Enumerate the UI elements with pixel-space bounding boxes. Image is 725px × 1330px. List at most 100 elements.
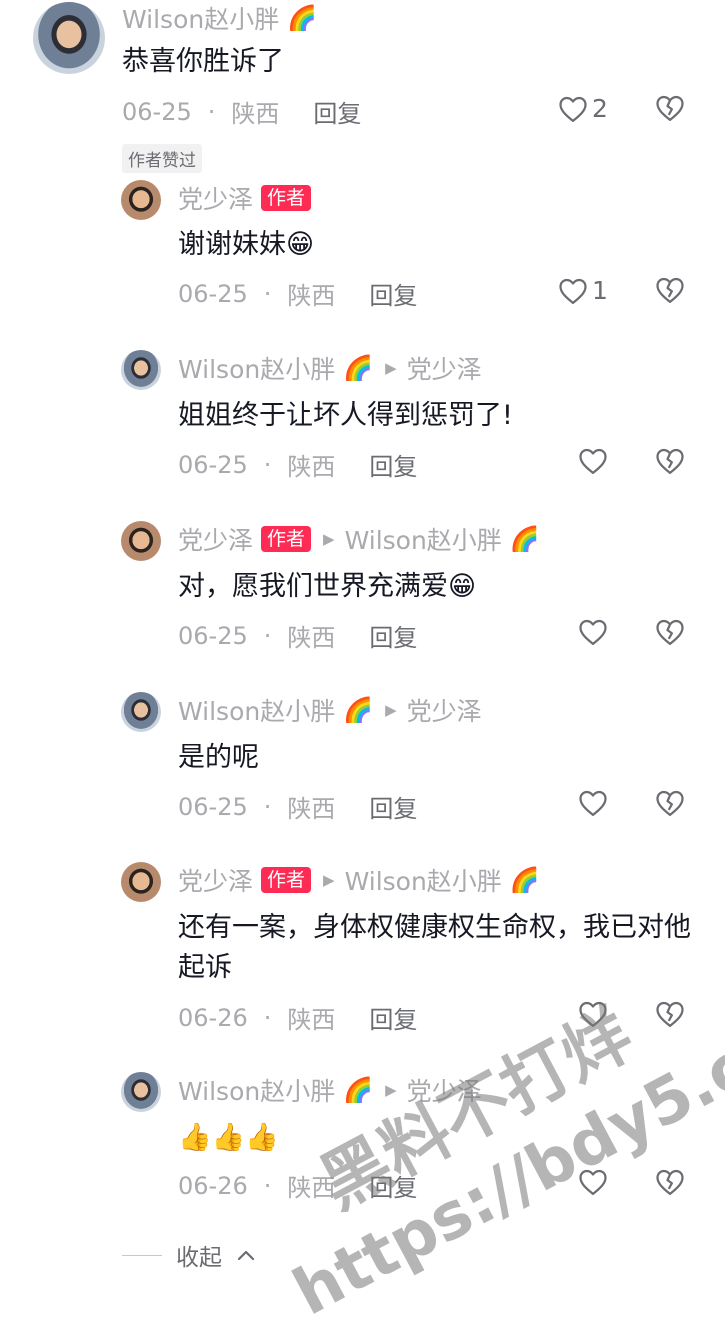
comment-meta: 06-25 · 陕西 回复 [178,276,417,311]
comment-meta: 06-26 · 陕西 回复 [178,1000,417,1035]
broken-heart-icon [656,790,684,816]
rainbow-emoji-icon: 🌈 [509,866,540,894]
comment-location: 陕西 [287,795,336,823]
avatar[interactable] [33,2,105,74]
chevron-up-icon [237,1250,255,1261]
comment-location: 陕西 [231,100,280,128]
author-badge: 作者 [261,526,312,552]
author-liked-badge: 作者赞过 [122,144,202,173]
separator: · [263,1003,272,1032]
comment-date: 06-25 [178,792,248,821]
rainbow-emoji-icon: 🌈 [343,354,374,382]
like-button[interactable] [578,1168,608,1196]
comment-text: 姐姐终于让坏人得到惩罚了! [178,400,513,431]
triangle-right-icon: ▶ [323,871,335,889]
comment-text: 谢谢妹妹😁 [178,225,698,265]
dislike-button[interactable] [655,789,685,821]
broken-heart-icon [656,277,684,303]
heart-outline-icon [579,1001,607,1027]
separator: · [263,621,272,650]
dislike-button[interactable] [655,1168,685,1200]
avatar[interactable] [121,862,161,902]
comment-date: 06-25 [178,279,248,308]
reply-to-name[interactable]: Wilson赵小胖 [345,862,502,898]
triangle-right-icon: ▶ [323,530,335,548]
heart-outline-icon [559,96,587,122]
like-button[interactable]: 2 [558,94,608,123]
grin-emoji-icon: 😁 [286,229,315,260]
comment-text: 恭喜你胜诉了 [122,46,284,77]
comment-date: 06-25 [122,97,192,126]
comment-location: 陕西 [287,282,336,310]
rainbow-emoji-icon: 🌈 [509,525,540,553]
comment-text-content: 对，愿我们世界充满爱 [178,571,448,602]
like-count: 2 [592,94,608,123]
dislike-button[interactable] [655,447,685,479]
comment-location: 陕西 [287,1174,336,1202]
like-button[interactable] [578,789,608,817]
separator: · [263,792,272,821]
comment-author-name[interactable]: 党少泽 [178,521,253,557]
comment-author-row: 党少泽 作者 [178,180,312,216]
like-button[interactable] [578,447,608,475]
reply-to-name[interactable]: Wilson赵小胖 [345,521,502,557]
comment-date: 06-25 [178,450,248,479]
comment-meta: 06-25 · 陕西 回复 [178,618,417,653]
author-badge: 作者 [261,185,312,211]
comment-author-name[interactable]: 党少泽 [178,862,253,898]
separator: · [263,450,272,479]
comment-location: 陕西 [287,453,336,481]
reply-button[interactable]: 回复 [369,1168,417,1203]
reply-button[interactable]: 回复 [369,1000,417,1035]
triangle-right-icon: ▶ [385,1081,397,1099]
like-button[interactable] [578,618,608,646]
comment-date: 06-26 [178,1003,248,1032]
reply-button[interactable]: 回复 [369,618,417,653]
comment-author-name[interactable]: Wilson赵小胖 [122,0,279,36]
broken-heart-icon [656,448,684,474]
comment-meta: 06-25 · 陕西 回复 [178,789,417,824]
avatar[interactable] [121,350,161,390]
comment-text: 对，愿我们世界充满爱😁 [178,567,698,607]
reply-button[interactable]: 回复 [313,94,361,129]
dislike-button[interactable] [655,618,685,650]
reply-to-name[interactable]: 党少泽 [407,1072,482,1108]
comment-meta: 06-25 · 陕西 回复 [178,447,417,482]
like-button[interactable] [578,1000,608,1028]
comment-text: 还有一案，身体权健康权生命权，我已对他起诉 [178,912,691,983]
reply-button[interactable]: 回复 [369,447,417,482]
broken-heart-icon [656,1169,684,1195]
collapse-replies-button[interactable]: 收起 [122,1238,256,1272]
comment-author-name[interactable]: Wilson赵小胖 [178,692,335,728]
comment-text: 是的呢 [178,742,259,773]
comment-author-name[interactable]: 党少泽 [178,180,253,216]
dislike-button[interactable] [655,1000,685,1032]
broken-heart-icon [656,619,684,645]
dislike-button[interactable] [655,276,685,308]
comment-author-name[interactable]: Wilson赵小胖 [178,1072,335,1108]
comment-author-row: Wilson赵小胖 🌈 ▶ 党少泽 [178,692,482,728]
rainbow-emoji-icon: 🌈 [343,696,374,724]
broken-heart-icon [656,1001,684,1027]
reply-to-name[interactable]: 党少泽 [407,350,482,386]
separator: · [207,97,216,126]
dislike-button[interactable] [655,94,685,126]
avatar[interactable] [121,1072,161,1112]
like-button[interactable]: 1 [558,276,608,305]
comment-author-name[interactable]: Wilson赵小胖 [178,350,335,386]
separator: · [263,279,272,308]
heart-outline-icon [579,448,607,474]
heart-outline-icon [579,619,607,645]
heart-outline-icon [579,1169,607,1195]
reply-to-name[interactable]: 党少泽 [407,692,482,728]
comment-text-content: 谢谢妹妹 [178,229,286,260]
reply-button[interactable]: 回复 [369,789,417,824]
avatar[interactable] [121,692,161,732]
comment-author-row: Wilson赵小胖 🌈 ▶ 党少泽 [178,350,482,386]
avatar[interactable] [121,180,161,220]
avatar[interactable] [121,521,161,561]
comment-author-row: Wilson赵小胖 🌈 [122,0,317,36]
comment-meta: 06-25 · 陕西 回复 [122,94,361,129]
reply-button[interactable]: 回复 [369,276,417,311]
comment-location: 陕西 [287,1006,336,1034]
